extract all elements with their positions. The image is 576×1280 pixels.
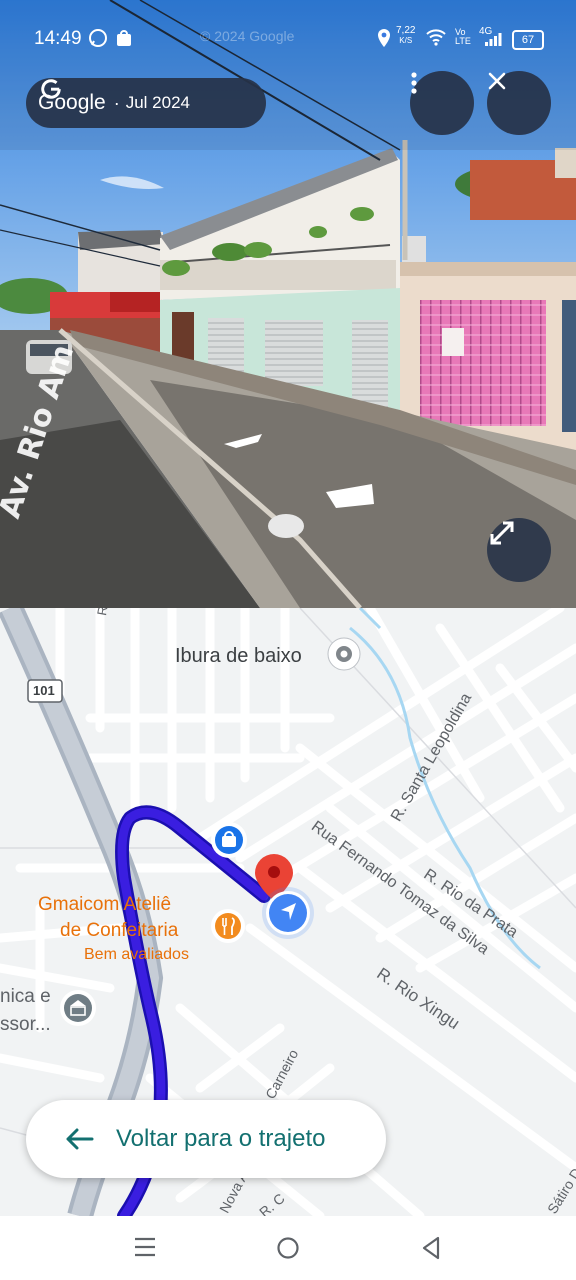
net-speed: 7,22 K/S [396, 25, 416, 46]
close-icon [488, 72, 506, 90]
status-bar: 14:49 © 2024 Google 7,22 K/S Vo LTE 4G 6… [0, 0, 576, 76]
google-g-icon [41, 79, 61, 99]
partial-place-line1: nica e [0, 986, 51, 1007]
close-button[interactable] [487, 71, 551, 135]
fullscreen-expand-icon [490, 521, 514, 545]
arrow-back-icon [66, 1128, 94, 1150]
expand-button[interactable] [487, 518, 551, 582]
menu-icon[interactable] [134, 1236, 156, 1258]
place-name-line1[interactable]: Gmaicom Ateliê [38, 894, 171, 916]
partial-place-line2: ssor... [0, 1014, 51, 1035]
separator-dot: · [113, 92, 120, 113]
current-location-icon [262, 887, 314, 939]
back-to-route-button[interactable]: Voltar para o trajeto [26, 1100, 386, 1178]
back-icon[interactable] [420, 1236, 442, 1260]
system-nav-bar [0, 1216, 576, 1280]
street-view-panorama[interactable]: Av. Rio Am 14:49 © 2024 Google 7,22 K/S … [0, 0, 576, 608]
google-watermark: © 2024 Google [200, 28, 295, 44]
place-name-line2[interactable]: de Confeitaria [60, 920, 178, 942]
restaurant-marker-icon[interactable] [211, 909, 245, 943]
back-to-route-label: Voltar para o trajeto [116, 1125, 326, 1152]
volte-label: Vo LTE [455, 27, 471, 46]
whatsapp-icon [89, 29, 107, 47]
neighborhood-pin-icon[interactable] [327, 637, 361, 671]
battery-indicator: 67 [512, 30, 544, 50]
capture-date: Jul 2024 [125, 93, 190, 112]
battery-level: 67 [521, 34, 535, 46]
landmark-marker-icon[interactable] [60, 990, 96, 1026]
neighborhood-label: Ibura de baixo [175, 645, 302, 667]
streetview-info-pill[interactable]: Google · Jul 2024 [26, 78, 266, 128]
home-icon[interactable] [276, 1236, 300, 1260]
more-options-button[interactable] [410, 71, 474, 135]
shopping-bag-marker-icon[interactable] [211, 822, 247, 858]
more-vert-icon [411, 72, 417, 94]
place-subtitle: Bem avaliados [84, 946, 189, 963]
status-time: 14:49 [34, 28, 82, 49]
location-icon [378, 29, 390, 47]
bag-notification-icon [117, 30, 131, 46]
wifi-icon [426, 29, 446, 46]
highway-number: 101 [33, 683, 55, 698]
signal-icon [485, 33, 502, 46]
